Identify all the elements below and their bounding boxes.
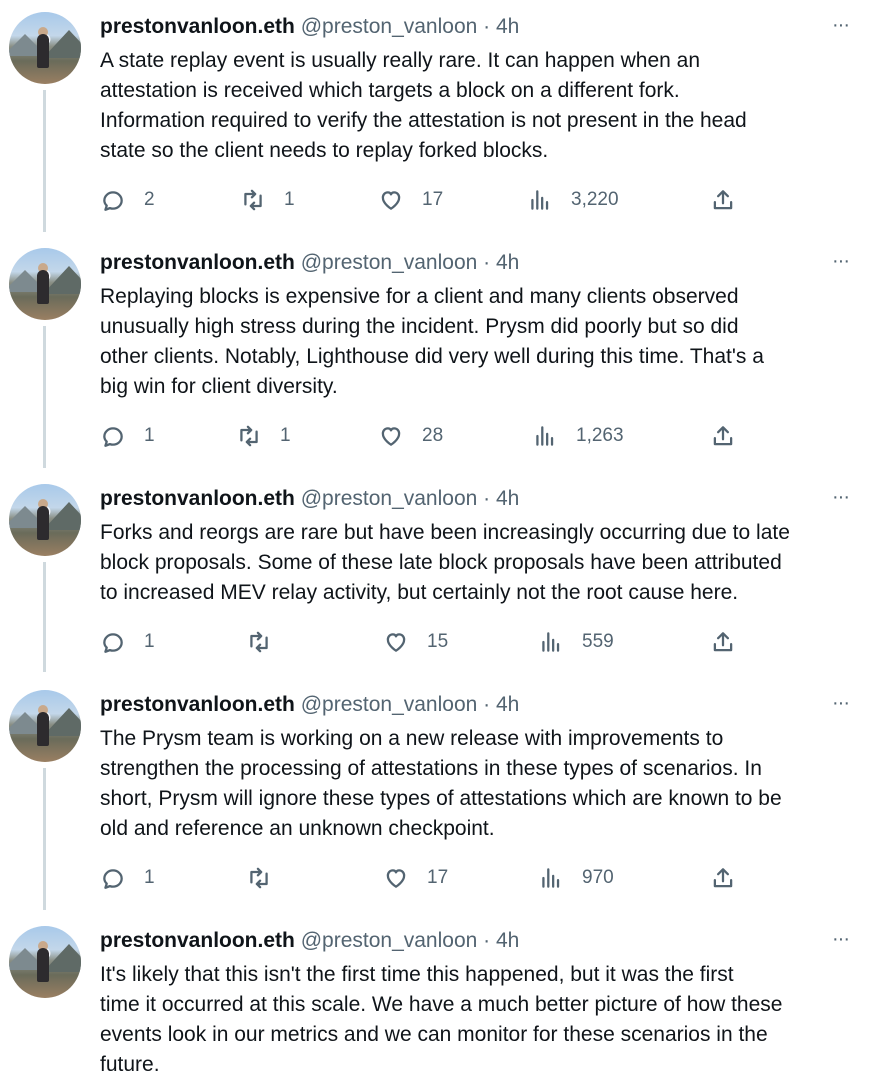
views-count: 1,263 xyxy=(576,425,624,446)
avatar[interactable] xyxy=(9,12,81,84)
like-count: 15 xyxy=(427,631,449,652)
more-options-button[interactable]: ··· xyxy=(832,928,850,950)
views-count: 970 xyxy=(582,867,614,888)
tweet[interactable]: prestonvanloon.eth @preston_vanloon · 4h… xyxy=(0,914,870,1081)
retweet-icon xyxy=(244,189,262,211)
views-icon xyxy=(542,632,560,652)
tweet-text: The Prysm team is working on a new relea… xyxy=(100,727,782,840)
like-button[interactable]: 17 xyxy=(378,185,443,215)
avatar[interactable] xyxy=(9,926,81,998)
tweet-actions: 2 1 17 3,220 xyxy=(100,185,750,215)
reply-count: 1 xyxy=(144,867,155,888)
retweet-button[interactable]: 1 xyxy=(236,421,291,451)
share-icon xyxy=(713,868,733,888)
timestamp[interactable]: · 4h xyxy=(483,929,519,952)
views-icon xyxy=(536,426,554,446)
more-options-button[interactable]: ··· xyxy=(832,250,850,272)
reply-icon xyxy=(103,869,123,889)
avatar[interactable] xyxy=(9,248,81,320)
reply-icon xyxy=(103,191,123,211)
views-count: 3,220 xyxy=(571,189,619,210)
reply-icon xyxy=(103,427,123,447)
like-button[interactable]: 28 xyxy=(378,421,443,451)
display-name[interactable]: prestonvanloon.eth xyxy=(100,251,295,274)
heart-icon xyxy=(381,427,401,446)
handle[interactable]: @preston_vanloon xyxy=(301,693,478,716)
views-button[interactable]: 3,220 xyxy=(527,185,619,215)
avatar[interactable] xyxy=(9,484,81,556)
views-button[interactable]: 559 xyxy=(538,627,614,657)
tweet-text: It's likely that this isn't the first ti… xyxy=(100,963,783,1076)
handle[interactable]: @preston_vanloon xyxy=(301,251,478,274)
avatar[interactable] xyxy=(9,690,81,762)
like-button[interactable]: 17 xyxy=(383,863,448,893)
tweet[interactable]: prestonvanloon.eth @preston_vanloon · 4h… xyxy=(0,472,870,678)
timestamp[interactable]: · 4h xyxy=(483,15,519,38)
tweet[interactable]: prestonvanloon.eth @preston_vanloon · 4h… xyxy=(0,236,870,472)
display-name[interactable]: prestonvanloon.eth xyxy=(100,929,295,952)
reply-button[interactable]: 1 xyxy=(100,421,155,451)
share-icon xyxy=(713,426,733,446)
like-button[interactable]: 15 xyxy=(383,627,448,657)
share-icon xyxy=(713,632,733,652)
tweet-text: Replaying blocks is expensive for a clie… xyxy=(100,285,764,398)
reply-button[interactable]: 1 xyxy=(100,863,155,893)
heart-icon xyxy=(386,633,406,652)
like-count: 17 xyxy=(427,867,449,888)
views-button[interactable]: 1,263 xyxy=(532,421,624,451)
reply-count: 1 xyxy=(144,631,155,652)
handle[interactable]: @preston_vanloon xyxy=(301,929,478,952)
retweet-count: 1 xyxy=(284,189,295,210)
retweet-button[interactable] xyxy=(246,627,290,657)
retweet-icon xyxy=(250,867,268,889)
views-icon xyxy=(542,868,560,888)
tweet-header: prestonvanloon.eth @preston_vanloon · 4h xyxy=(100,486,519,512)
tweet-actions: 1 1 28 1,263 xyxy=(100,421,750,451)
retweet-count: 1 xyxy=(280,425,291,446)
retweet-button[interactable] xyxy=(246,863,290,893)
tweet-header: prestonvanloon.eth @preston_vanloon · 4h xyxy=(100,692,519,718)
tweet[interactable]: prestonvanloon.eth @preston_vanloon · 4h… xyxy=(0,678,870,914)
reply-count: 1 xyxy=(144,425,155,446)
share-button[interactable] xyxy=(710,627,736,657)
views-icon xyxy=(531,190,549,210)
retweet-button[interactable]: 1 xyxy=(240,185,295,215)
tweet-actions: 1 17 970 xyxy=(100,863,750,893)
tweet-text: Forks and reorgs are rare but have been … xyxy=(100,521,790,604)
handle[interactable]: @preston_vanloon xyxy=(301,15,478,38)
reply-button[interactable]: 2 xyxy=(100,185,155,215)
heart-icon xyxy=(381,191,401,210)
views-button[interactable]: 970 xyxy=(538,863,614,893)
tweet-header: prestonvanloon.eth @preston_vanloon · 4h xyxy=(100,928,519,954)
share-icon xyxy=(713,190,733,210)
more-options-button[interactable]: ··· xyxy=(832,692,850,714)
reply-button[interactable]: 1 xyxy=(100,627,155,657)
tweet[interactable]: prestonvanloon.eth @preston_vanloon · 4h… xyxy=(0,0,870,236)
like-count: 28 xyxy=(422,425,444,446)
tweet-header: prestonvanloon.eth @preston_vanloon · 4h xyxy=(100,250,519,276)
share-button[interactable] xyxy=(710,863,736,893)
retweet-icon xyxy=(250,631,268,653)
display-name[interactable]: prestonvanloon.eth xyxy=(100,487,295,510)
handle[interactable]: @preston_vanloon xyxy=(301,487,478,510)
more-options-button[interactable]: ··· xyxy=(832,486,850,508)
heart-icon xyxy=(386,869,406,888)
views-count: 559 xyxy=(582,631,614,652)
reply-icon xyxy=(103,633,123,653)
timestamp[interactable]: · 4h xyxy=(483,693,519,716)
tweet-header: prestonvanloon.eth @preston_vanloon · 4h xyxy=(100,14,519,40)
retweet-icon xyxy=(240,425,258,447)
display-name[interactable]: prestonvanloon.eth xyxy=(100,15,295,38)
share-button[interactable] xyxy=(710,421,736,451)
timestamp[interactable]: · 4h xyxy=(483,487,519,510)
like-count: 17 xyxy=(422,189,444,210)
tweet-text: A state replay event is usually really r… xyxy=(100,49,747,162)
more-options-button[interactable]: ··· xyxy=(832,14,850,36)
reply-count: 2 xyxy=(144,189,155,210)
display-name[interactable]: prestonvanloon.eth xyxy=(100,693,295,716)
timestamp[interactable]: · 4h xyxy=(483,251,519,274)
share-button[interactable] xyxy=(710,185,736,215)
tweet-actions: 1 15 559 xyxy=(100,627,750,657)
